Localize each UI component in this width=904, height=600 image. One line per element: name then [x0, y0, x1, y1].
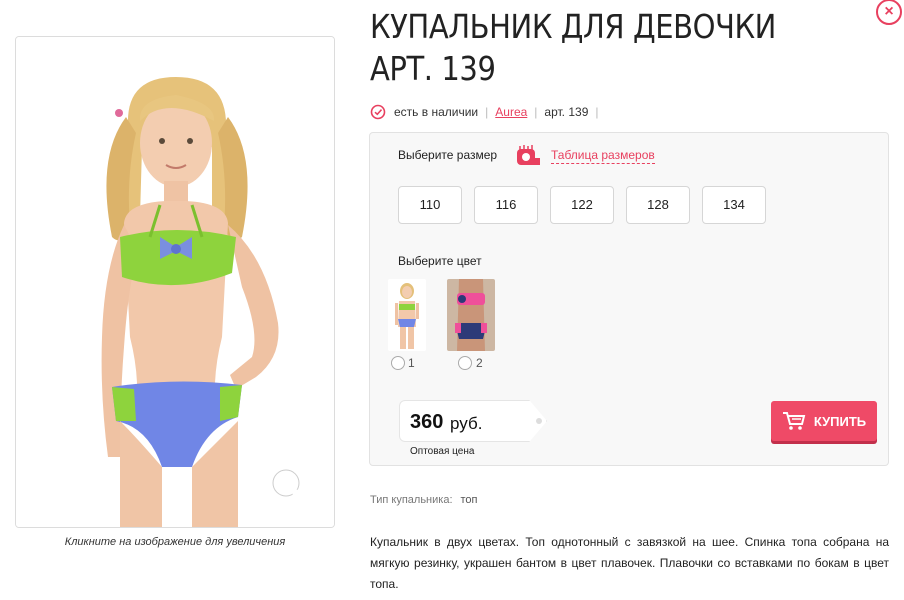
color-radio-label-2: 2 [476, 356, 483, 370]
attribute-value: топ [460, 494, 478, 506]
price-unit: руб. [450, 414, 483, 433]
product-description: Купальник в двух цветах. Топ однотонный … [370, 535, 889, 591]
meta-separator: | [534, 105, 538, 119]
wholesale-price-note: Оптовая цена [410, 446, 475, 457]
color-radio-label-1: 1 [408, 356, 415, 370]
size-option-116[interactable]: 116 [474, 186, 538, 224]
measuring-tape-icon[interactable] [515, 143, 541, 169]
size-table-link[interactable]: Таблица размеров [551, 148, 655, 164]
product-image [16, 37, 334, 527]
product-attribute: Тип купальника: топ [370, 494, 478, 506]
photo-caption: Кликните на изображение для увеличения [64, 536, 286, 548]
meta-separator: | [595, 105, 599, 119]
availability-status: есть в наличии [394, 105, 479, 119]
page-title: КУПАЛЬНИК ДЛЯ ДЕВОЧКИ АРТ. 139 [370, 7, 776, 88]
check-circle-icon [370, 104, 386, 120]
size-option-122[interactable]: 122 [550, 186, 614, 224]
meta-separator: | [485, 105, 489, 119]
price-value: 360 [410, 411, 444, 433]
attribute-name: Тип купальника: [370, 494, 453, 506]
color-label: Выберите цвет [398, 254, 482, 268]
magnifier-icon[interactable] [266, 463, 316, 513]
close-icon[interactable]: × [884, 3, 893, 20]
color-radio-1[interactable] [391, 356, 405, 370]
size-option-110[interactable]: 110 [398, 186, 462, 224]
size-option-134[interactable]: 134 [702, 186, 766, 224]
buy-button-label: КУПИТЬ [813, 413, 867, 429]
options-panel: Выберите размер Таблица размеров 110 116… [369, 132, 889, 466]
buy-button[interactable]: КУПИТЬ [771, 401, 877, 441]
article-number: арт. 139 [544, 105, 589, 119]
close-button[interactable]: × [876, 0, 902, 25]
product-meta: есть в наличии | Aurea | арт. 139 | [370, 102, 606, 122]
color-swatch-image [447, 279, 495, 351]
color-swatch-1[interactable] [388, 279, 426, 351]
product-photo[interactable] [15, 36, 335, 528]
color-swatch-2[interactable] [447, 279, 495, 351]
brand-link[interactable]: Aurea [495, 105, 527, 119]
color-radio-2[interactable] [458, 356, 472, 370]
price-tag-hole [536, 418, 542, 424]
size-option-128[interactable]: 128 [626, 186, 690, 224]
size-label: Выберите размер [398, 148, 498, 162]
cart-icon [782, 412, 806, 430]
color-swatch-image [388, 279, 426, 351]
